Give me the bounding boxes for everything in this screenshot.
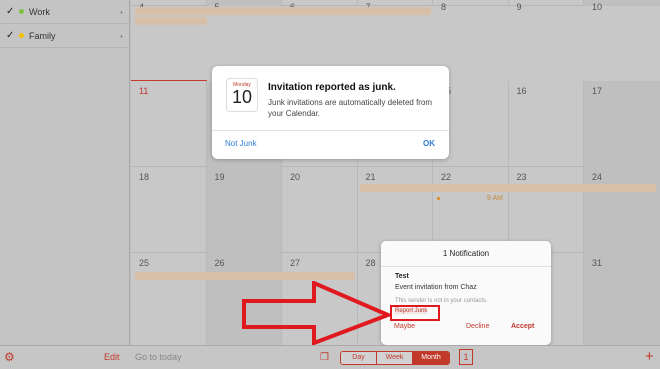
notification-header: 1 Notification <box>381 241 551 267</box>
day-cell[interactable]: 8 <box>433 0 509 12</box>
annotation-arrow-icon <box>242 281 392 345</box>
gear-icon[interactable]: ⚙ <box>4 351 17 364</box>
day-number: 22 <box>441 172 452 182</box>
sender-note: This sender is not in your contacts. <box>395 298 488 304</box>
calendar-color-dot <box>19 9 24 14</box>
day-cell[interactable]: 17 <box>584 81 660 167</box>
today-indicator <box>131 80 207 81</box>
calendar-app-icon: Monday 10 <box>226 78 258 112</box>
go-to-today-button[interactable]: Go to today <box>135 352 182 362</box>
day-cell[interactable]: 9 <box>509 0 584 12</box>
decline-button[interactable]: Decline <box>466 323 489 330</box>
view-segmented-control: Day Week Month <box>340 351 450 365</box>
calendar-item-work[interactable]: ✓ Work ◔ <box>0 0 129 24</box>
event-time[interactable]: 9 AM <box>487 195 503 202</box>
day-cell[interactable]: 18 <box>131 167 207 253</box>
invitation-title[interactable]: Test <box>395 273 409 280</box>
day-number: 31 <box>592 258 603 268</box>
calendar-name: Work <box>29 6 50 17</box>
day-cell[interactable]: 7 <box>358 0 433 12</box>
day-cell[interactable]: 25 <box>131 253 207 345</box>
day-number: 28 <box>365 258 376 268</box>
event-dot <box>437 197 440 200</box>
calendar-icon-day: 10 <box>231 87 253 107</box>
day-cell-today[interactable]: 11 <box>131 81 207 167</box>
calendars-stack-icon[interactable]: ❐ <box>320 352 329 363</box>
week-row: 4 5 6 7 8 9 10 <box>131 0 660 12</box>
day-cell[interactable]: 24 <box>584 167 660 253</box>
day-number: 26 <box>214 258 225 268</box>
plus-icon[interactable]: + <box>645 348 654 365</box>
not-junk-button[interactable]: Not Junk <box>225 139 257 148</box>
day-number: 27 <box>290 258 301 268</box>
junk-alert-dialog: Monday 10 Invitation reported as junk. J… <box>212 66 449 159</box>
notification-popover: 1 Notification Test Event invitation fro… <box>381 241 551 351</box>
month-view-tab[interactable]: Month <box>413 352 449 364</box>
ok-button[interactable]: OK <box>423 139 435 148</box>
checkmark-icon: ✓ <box>6 6 15 17</box>
invitation-subtitle: Event invitation from Chaz <box>395 284 477 291</box>
day-cell[interactable]: 16 <box>509 81 584 167</box>
event-bar[interactable] <box>135 7 431 15</box>
day-number: 11 <box>139 86 149 96</box>
day-number: 23 <box>516 172 527 182</box>
event-bar[interactable] <box>135 17 207 25</box>
day-number: 20 <box>290 172 301 182</box>
day-cell[interactable]: 5 <box>206 0 282 12</box>
calendar-sidebar: ✓ Work ◔ ✓ Family ◔ <box>0 0 130 345</box>
day-number: 8 <box>441 2 447 12</box>
day-number: 9 <box>516 2 522 12</box>
day-cell[interactable]: 10 <box>584 0 660 12</box>
edit-button[interactable]: Edit <box>104 352 120 362</box>
calendar-item-family[interactable]: ✓ Family ◔ <box>0 24 129 48</box>
dialog-title: Invitation reported as junk. <box>268 82 396 93</box>
calendar-name: Family <box>29 30 56 41</box>
day-cell[interactable]: 4 <box>131 0 207 12</box>
maybe-button[interactable]: Maybe <box>394 323 415 330</box>
week-view-tab[interactable]: Week <box>377 352 413 364</box>
day-number: 25 <box>139 258 150 268</box>
day-number: 24 <box>592 172 603 182</box>
day-cell[interactable]: 20 <box>282 167 358 253</box>
day-number: 19 <box>214 172 225 182</box>
day-cell[interactable]: 6 <box>282 0 358 12</box>
day-number: 18 <box>139 172 150 182</box>
day-number: 21 <box>365 172 376 182</box>
event-bar[interactable] <box>360 184 656 192</box>
dialog-message: Junk invitations are automatically delet… <box>268 98 433 118</box>
event-bar[interactable] <box>135 272 355 280</box>
day-number: 16 <box>516 86 527 96</box>
checkmark-icon: ✓ <box>6 30 15 41</box>
day-number: 10 <box>592 2 603 12</box>
notification-count-badge[interactable]: 1 <box>459 349 473 365</box>
accept-button[interactable]: Accept <box>511 323 534 330</box>
calendar-color-dot <box>19 33 24 38</box>
highlight-box <box>390 305 440 321</box>
day-cell[interactable]: 31 <box>584 253 660 345</box>
bottom-toolbar: ⚙ Edit Go to today ❐ Day Week Month 1 + <box>0 345 660 369</box>
day-view-tab[interactable]: Day <box>341 352 377 364</box>
dialog-divider <box>212 130 449 131</box>
day-number: 17 <box>592 86 603 96</box>
day-cell[interactable]: 19 <box>206 167 282 253</box>
